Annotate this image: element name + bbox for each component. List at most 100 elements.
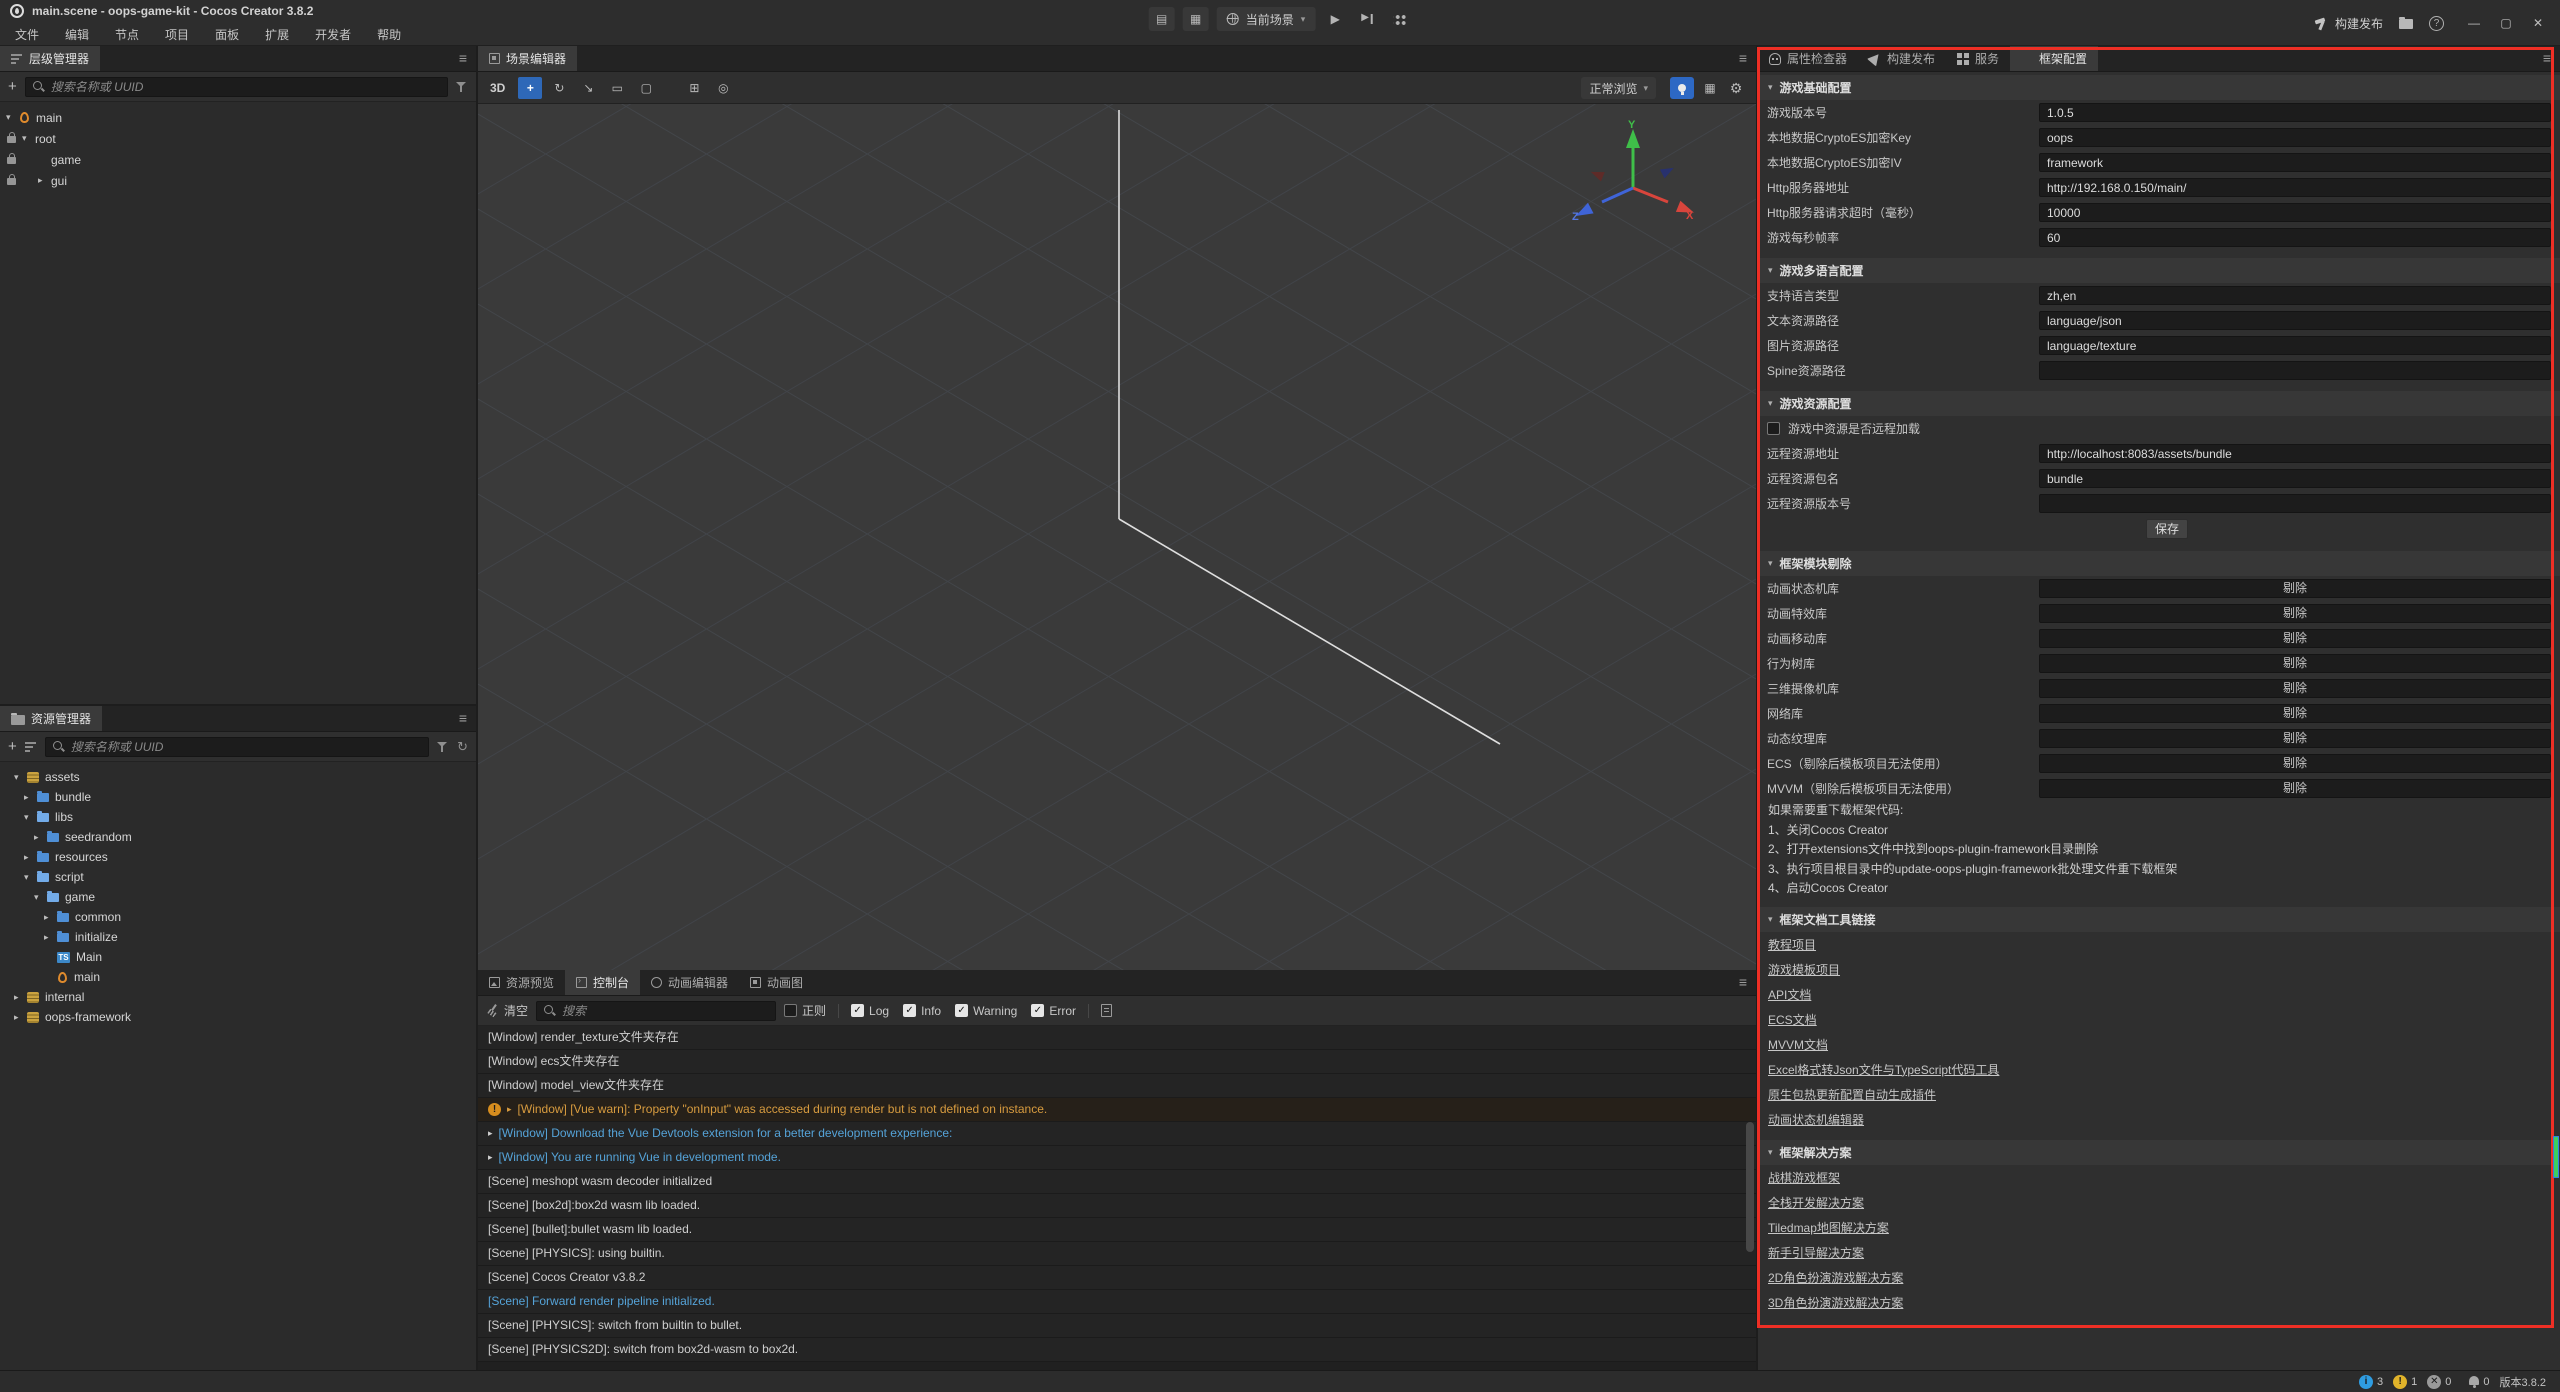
scene-viewport[interactable]: Y X Z xyxy=(478,104,1756,970)
create-node-button[interactable]: + xyxy=(8,79,17,94)
console-log-area[interactable]: ! ▸ [Window] render_texture文件夹存在 ! ▸ [Wi… xyxy=(478,1026,1756,1370)
project-folder-icon[interactable] xyxy=(2399,19,2413,29)
text-field[interactable] xyxy=(2039,228,2551,247)
view-grid-button[interactable]: ▦ xyxy=(1698,77,1722,99)
text-field[interactable] xyxy=(2039,286,2551,305)
tree-node[interactable]: root xyxy=(0,128,476,149)
console-search[interactable] xyxy=(536,1001,776,1021)
section-doc-links[interactable]: ▾ 框架文档工具链接 xyxy=(1758,907,2560,932)
console-tab[interactable]: 动画编辑器 xyxy=(640,970,739,995)
expand-arrow-icon[interactable] xyxy=(24,792,37,803)
create-asset-button[interactable]: + xyxy=(8,739,17,754)
clear-console-button[interactable]: 清空 xyxy=(486,1002,528,1019)
solution-link[interactable]: Tiledmap地图解决方案 xyxy=(1768,1219,1889,1236)
text-field[interactable] xyxy=(2039,178,2551,197)
panel-menu-icon[interactable]: ≡ xyxy=(2543,50,2551,66)
expand-arrow-icon[interactable] xyxy=(22,133,35,144)
assets-search-input[interactable] xyxy=(71,740,422,754)
remove-module-button[interactable]: 剔除 xyxy=(2039,629,2551,648)
help-icon[interactable]: ? xyxy=(2429,16,2444,31)
remove-module-button[interactable]: 剔除 xyxy=(2039,754,2551,773)
expand-arrow-icon[interactable] xyxy=(24,852,37,863)
log-row[interactable]: ! ▸ [Scene] [bullet]:bullet wasm lib loa… xyxy=(478,1218,1756,1242)
tab-assets[interactable]: 资源管理器 xyxy=(0,706,102,731)
filter-icon[interactable] xyxy=(437,741,449,753)
text-field[interactable] xyxy=(2039,128,2551,147)
log-filter[interactable]: Warning xyxy=(955,1004,1017,1018)
expand-arrow-icon[interactable] xyxy=(44,932,57,943)
log-row[interactable]: ! ▸ [Scene] [PHYSICS]: switch from built… xyxy=(478,1314,1756,1338)
hierarchy-search[interactable] xyxy=(25,77,448,97)
expand-caret-icon[interactable]: ▸ xyxy=(507,1098,512,1121)
solution-link[interactable]: 全栈开发解决方案 xyxy=(1768,1194,1864,1211)
lighting-toggle-button[interactable] xyxy=(1670,77,1694,99)
scale-tool-button[interactable]: ↘ xyxy=(576,77,600,99)
panel-menu-icon[interactable]: ≡ xyxy=(459,50,467,66)
doc-link[interactable]: MVVM文档 xyxy=(1768,1036,1828,1053)
tree-node[interactable]: initialize xyxy=(0,927,476,947)
log-row[interactable]: ! ▸ [Scene] [PHYSICS2D]: switch from box… xyxy=(478,1338,1756,1362)
tree-node[interactable]: oops-framework xyxy=(0,1007,476,1027)
filter-checkbox[interactable] xyxy=(955,1004,968,1017)
expand-arrow-icon[interactable] xyxy=(34,892,47,903)
remove-module-button[interactable]: 剔除 xyxy=(2039,704,2551,723)
menu-item[interactable]: 文件 xyxy=(2,24,52,46)
text-field[interactable] xyxy=(2039,103,2551,122)
step-button[interactable] xyxy=(1355,7,1379,31)
maximize-button[interactable]: ▢ xyxy=(2492,11,2520,35)
multi-window-button[interactable] xyxy=(1387,7,1411,31)
remote-load-checkbox[interactable] xyxy=(1767,422,1780,435)
move-tool-button[interactable]: + xyxy=(518,77,542,99)
tab-hierarchy[interactable]: 层级管理器 xyxy=(0,46,100,71)
text-field[interactable] xyxy=(2039,311,2551,330)
console-tab[interactable]: 资源预览 xyxy=(478,970,565,995)
scrollbar-thumb[interactable] xyxy=(2553,1136,2559,1178)
remove-module-button[interactable]: 剔除 xyxy=(2039,604,2551,623)
scene-selector-dropdown[interactable]: 当前场景 ▾ xyxy=(1217,7,1316,31)
info-count[interactable]: i 3 xyxy=(2359,1375,2383,1389)
log-row[interactable]: ! ▸ [Window] [Vue warn]: Property "onInp… xyxy=(478,1098,1756,1122)
filter-checkbox[interactable] xyxy=(1031,1004,1044,1017)
tree-node[interactable]: bundle xyxy=(0,787,476,807)
menu-item[interactable]: 帮助 xyxy=(364,24,414,46)
warning-count[interactable]: ! 1 xyxy=(2393,1375,2417,1389)
log-row[interactable]: ! ▸ [Scene] meshopt wasm decoder initial… xyxy=(478,1170,1756,1194)
section-solutions[interactable]: ▾ 框架解决方案 xyxy=(1758,1140,2560,1165)
error-count[interactable]: ✕ 0 xyxy=(2427,1375,2451,1389)
pivot-toggle-button[interactable]: ⊞ xyxy=(682,77,706,99)
tree-node[interactable]: common xyxy=(0,907,476,927)
log-row[interactable]: ! ▸ [Scene] Cocos Creator v3.8.2 xyxy=(478,1266,1756,1290)
log-row[interactable]: ! ▸ [Window] render_texture文件夹存在 xyxy=(478,1026,1756,1050)
menu-item[interactable]: 面板 xyxy=(202,24,252,46)
menu-item[interactable]: 项目 xyxy=(152,24,202,46)
console-tab[interactable]: 控制台 xyxy=(565,970,640,995)
doc-link[interactable]: API文档 xyxy=(1768,986,1811,1003)
text-field[interactable] xyxy=(2039,361,2551,380)
tree-node[interactable]: resources xyxy=(0,847,476,867)
menu-item[interactable]: 编辑 xyxy=(52,24,102,46)
text-field[interactable] xyxy=(2039,469,2551,488)
log-row[interactable]: ! ▸ [Window] ecs文件夹存在 xyxy=(478,1050,1756,1074)
log-row[interactable]: ! ▸ [Window] model_view文件夹存在 xyxy=(478,1074,1756,1098)
tree-node[interactable]: game xyxy=(0,887,476,907)
tree-node[interactable]: assets xyxy=(0,767,476,787)
filter-checkbox[interactable] xyxy=(903,1004,916,1017)
panel-menu-icon[interactable]: ≡ xyxy=(1739,974,1747,990)
scene-settings-button[interactable]: ⚙ xyxy=(1724,77,1748,99)
doc-link[interactable]: Excel格式转Json文件与TypeScript代码工具 xyxy=(1768,1061,1999,1078)
expand-arrow-icon[interactable] xyxy=(34,832,47,843)
text-field[interactable] xyxy=(2039,153,2551,172)
menu-item[interactable]: 开发者 xyxy=(302,24,364,46)
text-field[interactable] xyxy=(2039,444,2551,463)
rotate-tool-button[interactable]: ↻ xyxy=(547,77,571,99)
doc-link[interactable]: 游戏模板项目 xyxy=(1768,961,1840,978)
sort-icon[interactable] xyxy=(25,741,37,753)
text-field[interactable] xyxy=(2039,494,2551,513)
hierarchy-search-input[interactable] xyxy=(51,80,441,94)
log-row[interactable]: ! ▸ [Window] Download the Vue Devtools e… xyxy=(478,1122,1756,1146)
tree-node[interactable]: seedrandom xyxy=(0,827,476,847)
log-filter[interactable]: Log xyxy=(851,1004,889,1018)
save-button[interactable]: 保存 xyxy=(2146,519,2188,539)
log-row[interactable]: ! ▸ [Scene] Forward render pipeline init… xyxy=(478,1290,1756,1314)
expand-arrow-icon[interactable] xyxy=(14,992,27,1003)
